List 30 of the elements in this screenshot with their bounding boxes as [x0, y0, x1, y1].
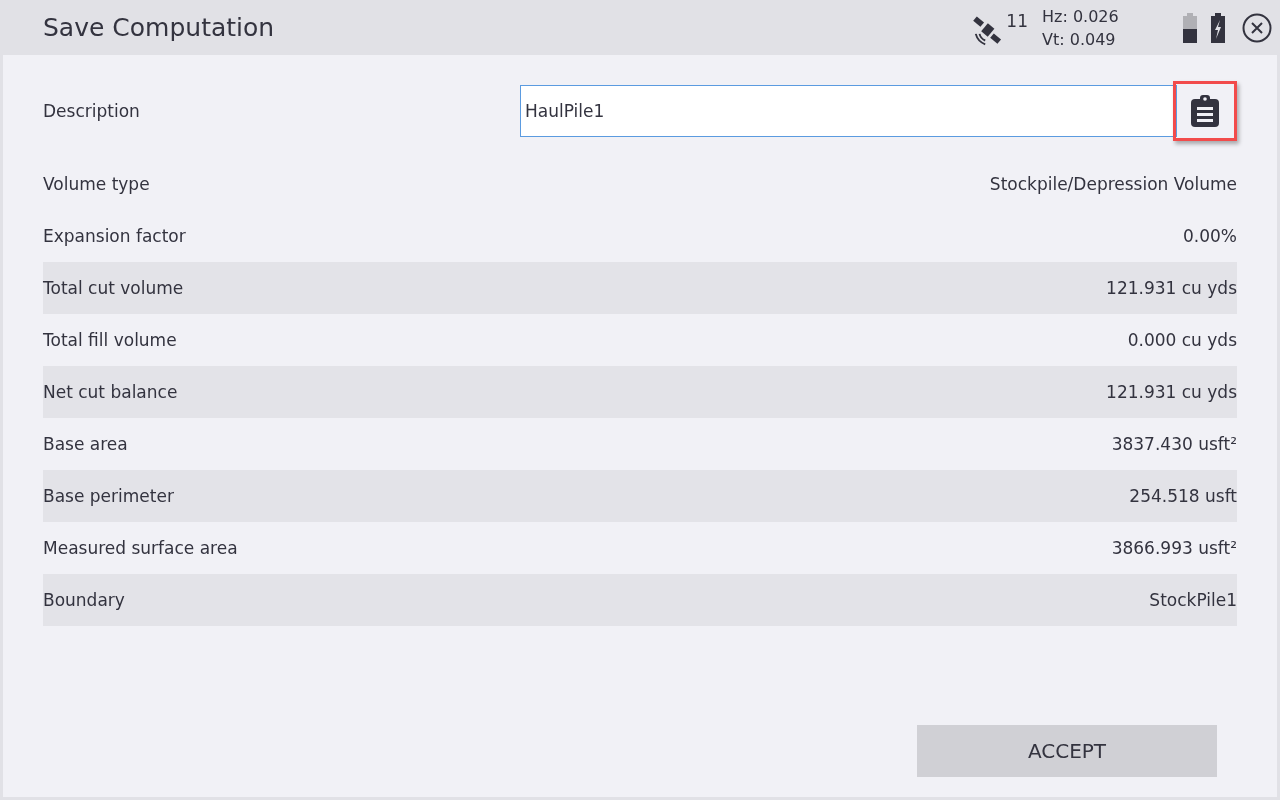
battery-icon [1182, 11, 1198, 44]
row-value: StockPile1 [1149, 590, 1237, 610]
close-icon [1242, 12, 1272, 43]
vertical-precision: Vt: 0.049 [1042, 28, 1117, 51]
row-label: Volume type [43, 174, 150, 194]
satellite-count: 11 [1006, 10, 1028, 31]
accept-button[interactable]: ACCEPT [917, 725, 1217, 777]
field-label: Description [43, 101, 141, 121]
row-label: Expansion factor [43, 226, 186, 246]
row-label: Net cut balance [43, 382, 178, 402]
clipboard-icon [1190, 94, 1220, 128]
row-label: Measured surface area [43, 538, 238, 558]
row-value: Stockpile/Depression Volume [989, 174, 1237, 194]
row-label: Base area [43, 434, 128, 454]
row-value: 0.000 cu yds [1127, 330, 1237, 350]
row-value: 0.00% [1183, 226, 1237, 246]
row-value: 254.518 usft [1129, 486, 1237, 506]
close-button[interactable] [1242, 12, 1272, 43]
row-label: Total fill volume [43, 330, 177, 350]
window-title: Save Computation [43, 13, 275, 42]
row-label: Boundary [43, 590, 125, 610]
row-value: 3837.430 usft² [1111, 434, 1237, 454]
paste-button[interactable] [1173, 81, 1237, 141]
row-value: 3866.993 usft² [1111, 538, 1237, 558]
charging-battery-icon [1210, 11, 1226, 44]
row-value: 121.931 cu yds [1106, 278, 1237, 298]
row-value: 121.931 cu yds [1106, 382, 1237, 402]
row-label: Total cut volume [43, 278, 184, 298]
row-label: Base perimeter [43, 486, 174, 506]
horizontal-precision: Hz: 0.026 [1042, 5, 1120, 28]
